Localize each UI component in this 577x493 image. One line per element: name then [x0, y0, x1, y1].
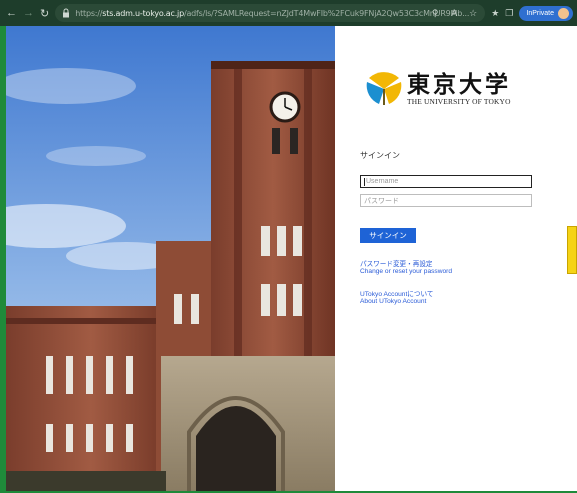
- login-panel: 東京大学 THE UNIVERSITY OF TOKYO サインイン Usern…: [335, 26, 577, 491]
- username-placeholder: Username: [366, 178, 399, 185]
- signin-heading: サインイン: [360, 151, 400, 160]
- search-icon[interactable]: ⚲: [429, 7, 441, 19]
- address-bar[interactable]: https://sts.adm.u-tokyo.ac.jp/adfs/ls/?S…: [55, 4, 486, 22]
- read-aloud-icon[interactable]: A: [448, 7, 460, 19]
- avatar: [558, 7, 569, 19]
- password-placeholder: パスワード: [364, 197, 399, 205]
- refresh-icon[interactable]: ↻: [40, 6, 49, 20]
- favorite-star-icon[interactable]: ☆: [467, 7, 479, 19]
- ginkgo-logo-icon: [366, 72, 402, 105]
- signin-button[interactable]: サインイン: [360, 228, 416, 243]
- side-tab[interactable]: [567, 226, 577, 274]
- username-field[interactable]: Username: [360, 175, 532, 188]
- password-change-link-en[interactable]: Change or reset your password: [360, 268, 452, 275]
- address-bar-icons: ⚲ A ☆: [429, 7, 479, 19]
- password-change-link-jp[interactable]: パスワード変更・再設定: [360, 258, 433, 268]
- page-content: 東京大学 THE UNIVERSITY OF TOKYO サインイン Usern…: [6, 26, 577, 491]
- campus-photo: [6, 26, 335, 491]
- about-account-link-en[interactable]: About UTokyo Account: [360, 298, 426, 305]
- inprivate-badge[interactable]: InPrivate: [519, 5, 573, 21]
- about-account-link-jp[interactable]: UTokyo Accountについて: [360, 288, 433, 298]
- lock-icon: [63, 8, 70, 18]
- inprivate-label: InPrivate: [526, 9, 554, 17]
- text-caret: [364, 177, 365, 186]
- university-logo: 東京大学 THE UNIVERSITY OF TOKYO: [365, 70, 511, 108]
- url-text: https://sts.adm.u-tokyo.ac.jp/adfs/ls/?S…: [75, 8, 470, 18]
- logo-jp: 東京大学: [407, 70, 511, 98]
- forward-icon[interactable]: →: [23, 6, 34, 20]
- back-icon[interactable]: ←: [6, 6, 17, 20]
- password-field[interactable]: パスワード: [360, 194, 532, 207]
- favorites-icon[interactable]: ★: [491, 7, 499, 19]
- logo-en: THE UNIVERSITY OF TOKYO: [407, 96, 511, 106]
- browser-toolbar: ← → ↻ https://sts.adm.u-tokyo.ac.jp/adfs…: [0, 0, 577, 26]
- collections-icon[interactable]: ❐: [505, 7, 513, 19]
